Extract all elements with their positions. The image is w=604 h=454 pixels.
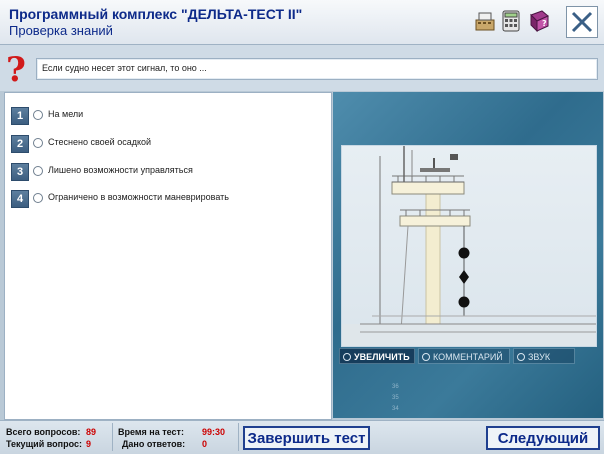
magnifier-icon: [422, 353, 430, 361]
total-questions-value: 89: [86, 427, 97, 437]
answer-option-3[interactable]: 3 Лишено возможности управляться: [11, 163, 321, 181]
zoom-button[interactable]: УВЕЛИЧИТЬ: [339, 348, 415, 364]
answer-radio[interactable]: [33, 110, 43, 120]
scale-number: 35: [392, 395, 399, 401]
current-question-value: 9: [86, 439, 92, 449]
answer-radio[interactable]: [33, 166, 43, 176]
answers-given-label: Дано ответов:: [122, 439, 186, 449]
svg-text:?: ?: [6, 51, 26, 87]
app-title: Программный комплекс "ДЕЛЬТА-ТЕСТ II": [9, 6, 303, 22]
answers-panel: 1 На мели 2 Стеснено своей осадкой 3 Лиш…: [4, 92, 332, 420]
title-bar: Программный комплекс "ДЕЛЬТА-ТЕСТ II" Пр…: [0, 0, 604, 45]
comment-button[interactable]: КОММЕНТАРИЙ: [418, 348, 510, 364]
answer-number: 3: [11, 163, 29, 181]
question-box: Если судно несет этот сигнал, то оно ...: [36, 58, 598, 80]
sound-button[interactable]: ЗВУК: [513, 348, 575, 364]
answer-radio[interactable]: [33, 193, 43, 203]
answer-number: 1: [11, 107, 29, 125]
signal-mast-image: [341, 145, 597, 347]
current-question-label: Текущий вопрос:: [6, 439, 82, 449]
next-button[interactable]: Следующий: [486, 426, 600, 450]
zoom-label: УВЕЛИЧИТЬ: [354, 352, 410, 362]
answer-option-1[interactable]: 1 На мели: [11, 107, 321, 125]
answer-text: Лишено возможности управляться: [48, 165, 193, 175]
footer-divider: [238, 423, 239, 451]
question-mark-icon: ?: [6, 51, 26, 87]
svg-text:?: ?: [542, 19, 547, 28]
calculator-icon[interactable]: [500, 10, 522, 32]
answer-text: Ограничено в возможности маневрировать: [48, 192, 229, 202]
magnifier-icon: [343, 353, 351, 361]
app-subtitle: Проверка знаний: [9, 23, 113, 38]
close-button[interactable]: [566, 6, 598, 38]
cash-register-icon[interactable]: [474, 10, 496, 32]
finish-test-button[interactable]: Завершить тест: [243, 426, 370, 450]
test-time-value: 99:30: [202, 427, 226, 437]
help-book-icon[interactable]: ?: [528, 10, 550, 32]
scale-number: 36: [392, 384, 399, 390]
answer-number: 2: [11, 135, 29, 153]
scale-number: 34: [392, 406, 399, 412]
answer-radio[interactable]: [33, 138, 43, 148]
total-questions-label: Всего вопросов:: [6, 427, 81, 437]
test-time-label: Время на тест:: [118, 427, 184, 437]
answer-option-4[interactable]: 4 Ограничено в возможности маневрировать: [11, 190, 321, 208]
answer-text: На мели: [48, 109, 84, 119]
magnifier-icon: [517, 353, 525, 361]
answer-option-2[interactable]: 2 Стеснено своей осадкой: [11, 135, 321, 153]
close-icon: [571, 11, 593, 33]
question-text: Если судно несет этот сигнал, то оно ...: [42, 63, 207, 73]
sound-label: ЗВУК: [528, 352, 551, 362]
answer-text: Стеснено своей осадкой: [48, 137, 152, 147]
comment-label: КОММЕНТАРИЙ: [433, 352, 503, 362]
answers-given-value: 0: [202, 439, 208, 449]
footer-divider: [112, 423, 113, 451]
answer-number: 4: [11, 190, 29, 208]
